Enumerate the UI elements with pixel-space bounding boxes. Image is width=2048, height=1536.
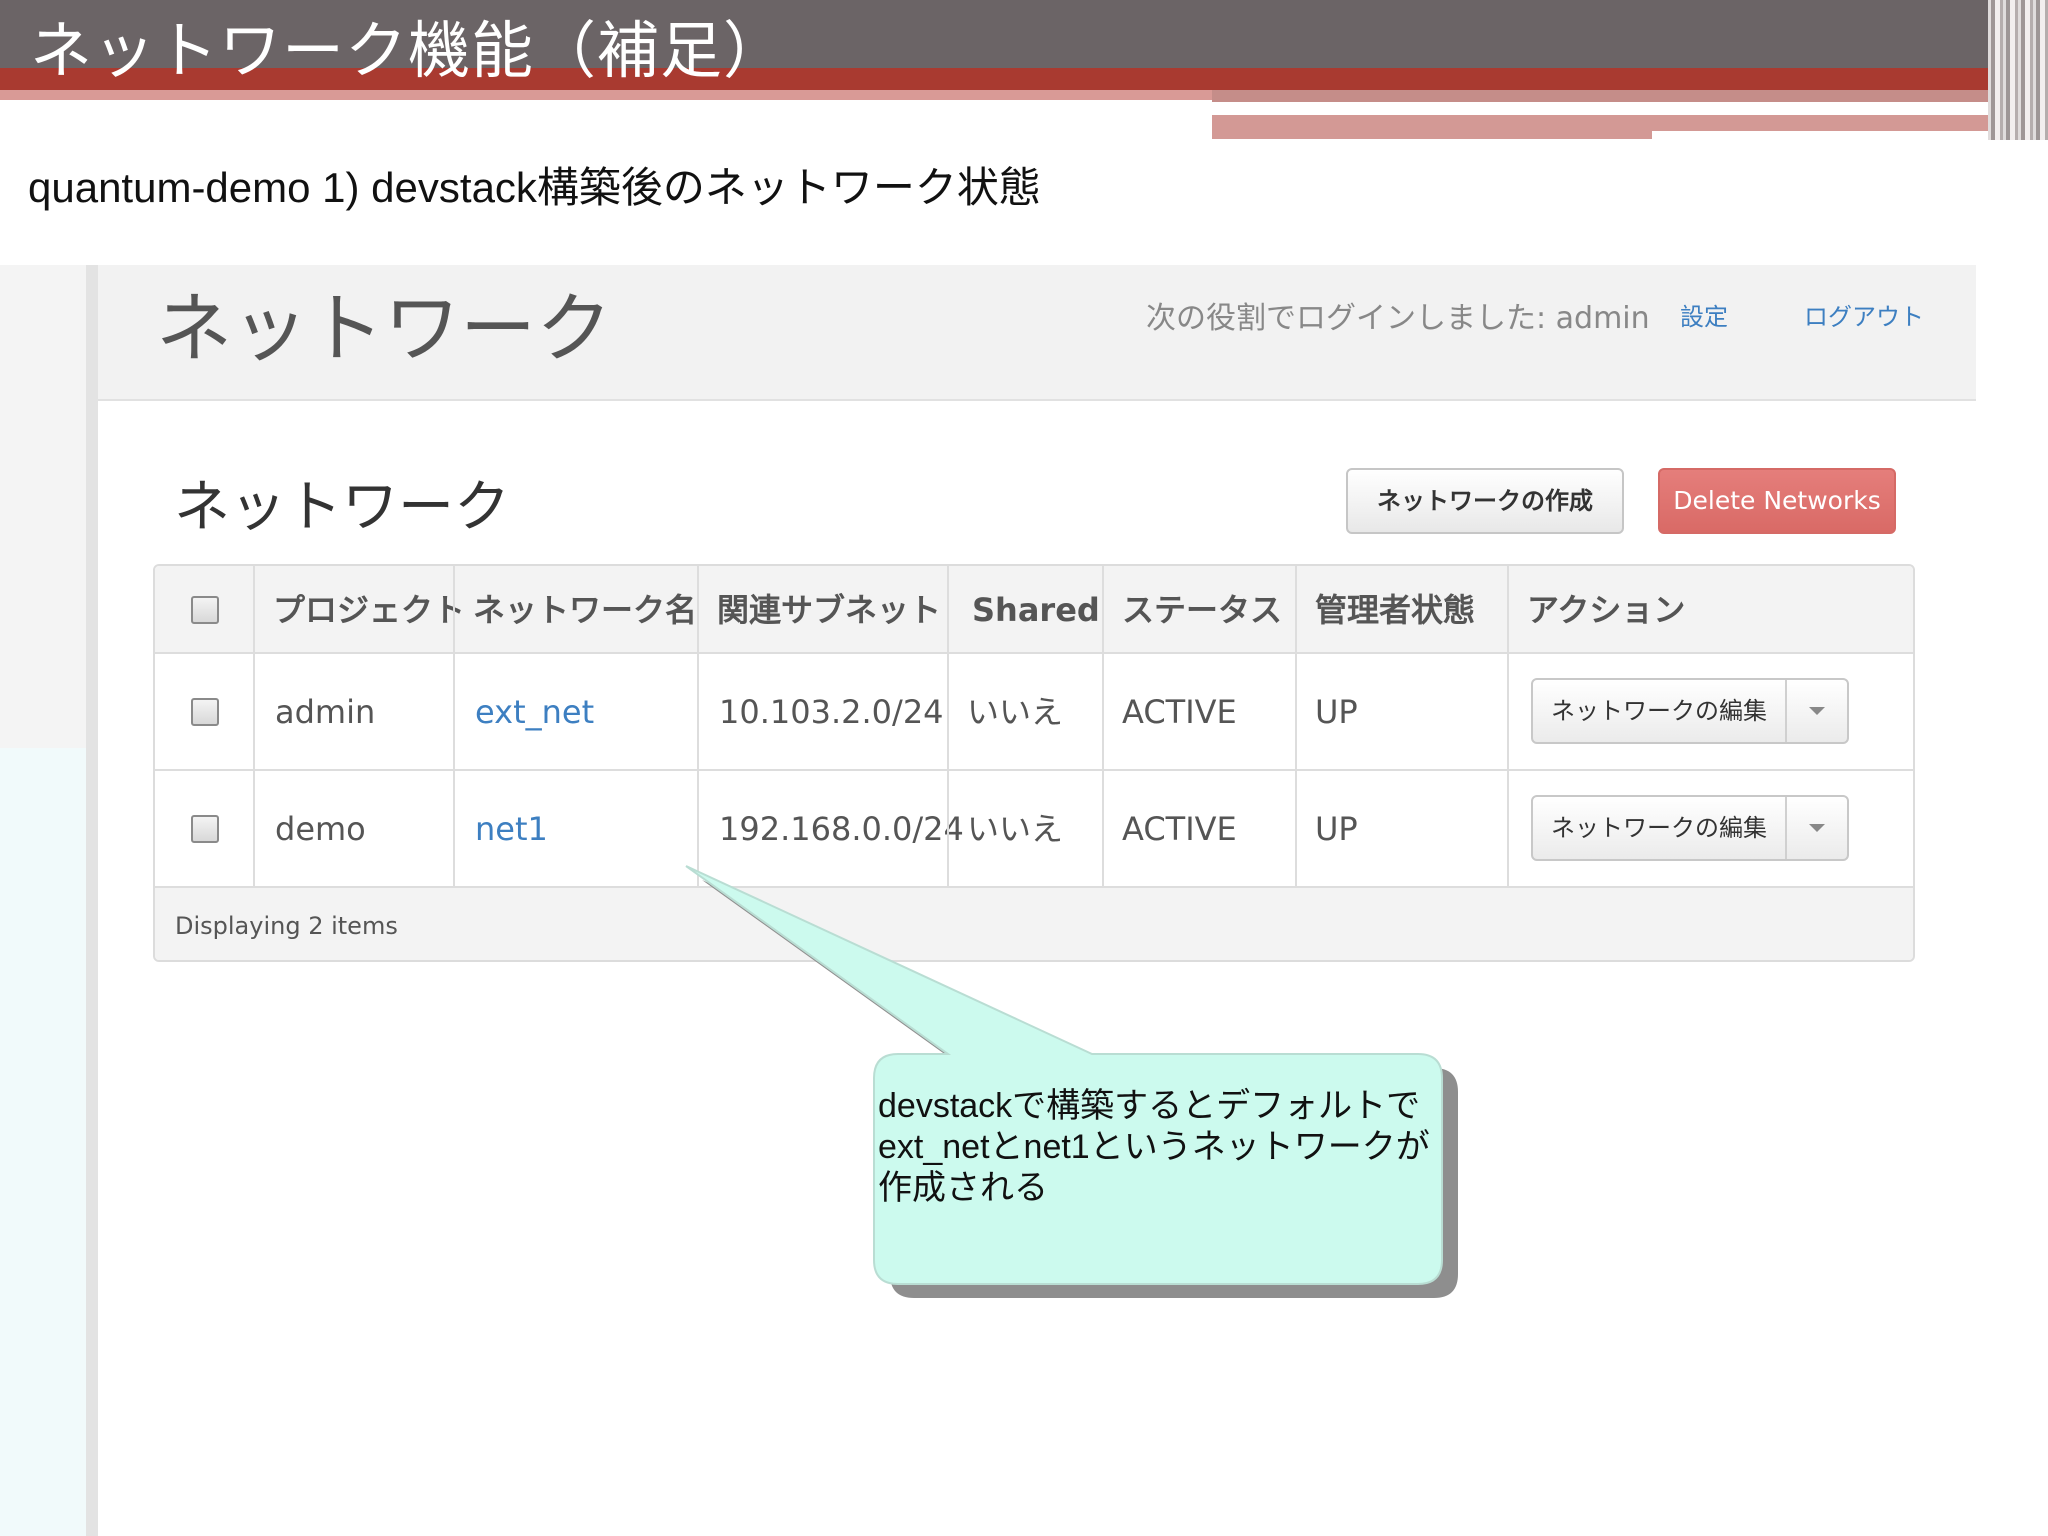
sidebar-lower: [0, 748, 86, 1536]
column-divider: [253, 566, 255, 888]
column-header-actions: アクション: [1527, 591, 1686, 629]
callout-text: devstackで構築するとデフォルトで ext_netとnet1というネットワ…: [878, 1086, 1430, 1209]
page-title: ネットワーク: [156, 284, 612, 373]
dashboard-topbar: ネットワーク 次の役割でログインしました: admin 設定 ログアウト: [98, 265, 1976, 401]
header-accent-line-right: [1212, 90, 2012, 102]
network-name-link[interactable]: ext_net: [475, 654, 594, 771]
chevron-down-icon[interactable]: [1787, 680, 1847, 742]
section-title: ネットワーク: [174, 475, 510, 540]
cell-admin-state: UP: [1315, 693, 1358, 731]
login-status: 次の役割でログインしました: admin: [1146, 301, 1650, 336]
table-row: admin ext_net 10.103.2.0/24 いいえ ACTIVE U…: [155, 654, 1913, 771]
table-header: プロジェクト ネットワーク名 関連サブネット Shared ステータス 管理者状…: [155, 566, 1913, 654]
cell-status: ACTIVE: [1122, 810, 1237, 848]
row-checkbox[interactable]: [191, 698, 219, 726]
item-count: Displaying 2 items: [175, 912, 398, 940]
edit-network-button-group: ネットワークの編集: [1531, 678, 1849, 744]
column-header-shared[interactable]: Shared: [972, 566, 1100, 654]
callout-line: 作成される: [878, 1169, 1048, 1207]
cell-project: admin: [275, 693, 376, 731]
column-header-subnets[interactable]: 関連サブネット: [717, 566, 941, 654]
column-divider: [1102, 566, 1104, 888]
table-row: demo net1 192.168.0.0/24 いいえ ACTIVE UP ネ…: [155, 771, 1913, 888]
column-divider: [947, 566, 949, 888]
settings-link[interactable]: 設定: [1680, 297, 1728, 332]
column-header-status[interactable]: ステータス: [1122, 566, 1282, 654]
create-network-button[interactable]: ネットワークの作成: [1346, 468, 1624, 534]
row-checkbox[interactable]: [191, 815, 219, 843]
header-spacer-right: [1652, 131, 2012, 140]
header-decoration: [1988, 0, 2048, 140]
column-divider: [1295, 566, 1297, 888]
sidebar-divider: [86, 265, 98, 1536]
select-all-checkbox[interactable]: [191, 596, 219, 624]
slide-header: ネットワーク機能（補足）: [0, 0, 2048, 140]
edit-network-button-group: ネットワークの編集: [1531, 795, 1849, 861]
header-spacer: [0, 100, 1212, 140]
logout-link[interactable]: ログアウト: [1804, 297, 1924, 332]
column-header-project[interactable]: プロジェクト: [273, 566, 465, 654]
column-header-network-name[interactable]: ネットワーク名: [473, 566, 697, 654]
table-footer: Displaying 2 items: [155, 888, 1913, 960]
edit-network-button[interactable]: ネットワークの編集: [1533, 680, 1787, 742]
slide-title: ネットワーク機能（補足）: [30, 14, 787, 87]
edit-network-button[interactable]: ネットワークの編集: [1533, 797, 1787, 859]
slide-subtitle: quantum-demo 1) devstack構築後のネットワーク状態: [28, 164, 1041, 211]
column-header-admin-state[interactable]: 管理者状態: [1315, 566, 1475, 654]
networks-table: プロジェクト ネットワーク名 関連サブネット Shared ステータス 管理者状…: [153, 564, 1915, 962]
column-divider: [453, 566, 455, 888]
cell-admin-state: UP: [1315, 810, 1358, 848]
delete-networks-button[interactable]: Delete Networks: [1658, 468, 1896, 534]
header-accent-line: [0, 90, 1212, 100]
cell-project: demo: [275, 810, 366, 848]
cell-shared: いいえ: [967, 693, 1064, 731]
chevron-down-icon[interactable]: [1787, 797, 1847, 859]
cell-shared: いいえ: [967, 810, 1064, 848]
column-divider: [697, 566, 699, 888]
callout-line: ext_netとnet1というネットワークが: [878, 1128, 1430, 1166]
cell-status: ACTIVE: [1122, 693, 1237, 731]
cell-subnet: 10.103.2.0/24: [719, 693, 944, 731]
callout-line: devstackで構築するとデフォルトで: [878, 1087, 1421, 1125]
column-divider: [1507, 566, 1509, 888]
network-name-link[interactable]: net1: [475, 771, 548, 888]
cell-subnet: 192.168.0.0/24: [719, 810, 964, 848]
